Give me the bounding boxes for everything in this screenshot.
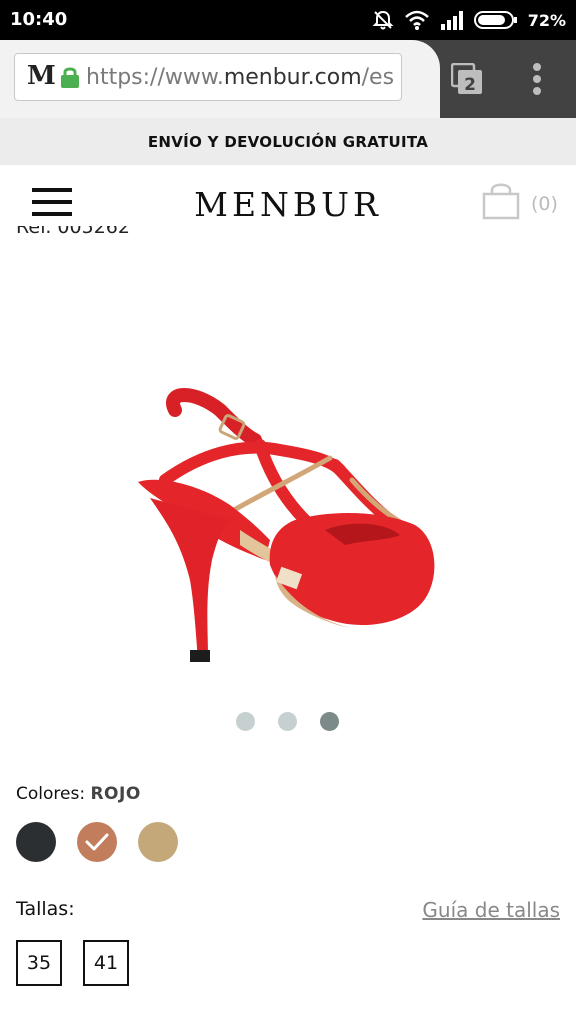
browser-toolbar: M https://www.menbur.com/es: [0, 40, 576, 118]
tab-count: 2: [464, 75, 476, 95]
url-bar[interactable]: M https://www.menbur.com/es: [14, 53, 402, 101]
url-path: /es: [361, 65, 395, 90]
browser-menu-icon[interactable]: [530, 62, 544, 96]
wifi-icon: [404, 10, 429, 30]
check-icon: [85, 833, 109, 851]
colors-label: Colores:: [16, 784, 86, 804]
battery-icon: [473, 11, 517, 29]
carousel-dot[interactable]: [320, 712, 339, 731]
status-icons: 72%: [372, 8, 566, 32]
product-ref: Ref. 005262: [16, 226, 130, 238]
product-image[interactable]: [120, 380, 460, 680]
url-scheme: https://www.: [86, 65, 224, 90]
color-swatch-black[interactable]: [16, 822, 56, 862]
signal-icon: [440, 11, 463, 30]
sizes-label: Tallas:: [16, 898, 75, 920]
product-ref-container: Ref. 005262: [0, 226, 576, 250]
site-favicon: M: [27, 61, 56, 91]
battery-percent: 72%: [527, 10, 566, 30]
size-guide-link[interactable]: Guía de tallas: [422, 898, 560, 922]
size-option-41[interactable]: 41: [83, 940, 129, 986]
size-option-35[interactable]: 35: [16, 940, 62, 986]
status-bar: 10:40 72%: [0, 0, 576, 40]
shipping-banner: ENVÍO Y DEVOLUCIÓN GRATUITA: [0, 118, 576, 165]
shopping-bag-icon[interactable]: [481, 182, 521, 220]
image-carousel-dots: [236, 712, 346, 732]
color-swatch-gold[interactable]: [138, 822, 178, 862]
url-domain: menbur.com: [223, 65, 362, 90]
selected-color: ROJO: [90, 784, 141, 804]
colors-row: Colores: ROJO: [16, 784, 141, 804]
lock-icon: [61, 67, 79, 88]
status-time: 10:40: [10, 9, 68, 30]
carousel-dot[interactable]: [278, 712, 297, 731]
cart-count[interactable]: (0): [531, 193, 558, 215]
bell-muted-icon: [372, 10, 394, 30]
url-text: https://www.menbur.com/es: [86, 65, 394, 90]
browser-toolbar-omnibox-area: M https://www.menbur.com/es: [0, 40, 440, 118]
color-swatch-copper[interactable]: [77, 822, 117, 862]
carousel-dot[interactable]: [236, 712, 255, 731]
tabs-switcher-button[interactable]: 2: [451, 63, 483, 95]
